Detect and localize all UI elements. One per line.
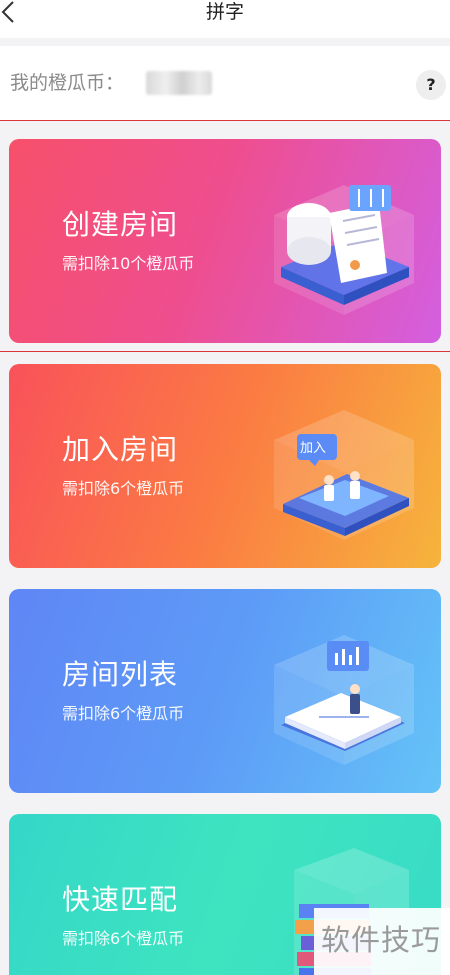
help-button[interactable]: ? (416, 70, 446, 100)
coin-balance-value-blurred (146, 71, 212, 95)
card-title: 创建房间 (62, 208, 179, 241)
card-title: 加入房间 (62, 433, 179, 466)
card-cost-text: 需扣除6个橙瓜币 (62, 929, 185, 948)
selection-outline-top (0, 120, 450, 121)
coin-balance-bar: 我的橙瓜币： ? (0, 46, 450, 120)
card-title: 房间列表 (62, 658, 179, 691)
room-list-illustration-icon (274, 635, 414, 765)
join-room-illustration-icon (274, 410, 414, 540)
page-title: 拼字 (205, 1, 244, 23)
card-cost-text: 需扣除10个橙瓜币 (62, 254, 195, 273)
create-room-illustration-icon (274, 185, 414, 315)
top-bar: 拼字 (0, 0, 450, 38)
room-list-card[interactable]: 房间列表 需扣除6个橙瓜币 (9, 589, 441, 793)
create-room-card[interactable]: 创建房间 需扣除10个橙瓜币 (9, 139, 441, 343)
join-room-card[interactable]: 加入房间 需扣除6个橙瓜币 加入 (9, 364, 441, 568)
card-cost-text: 需扣除6个橙瓜币 (62, 479, 185, 498)
card-cost-text: 需扣除6个橙瓜币 (62, 704, 185, 723)
selection-outline-bottom (0, 351, 450, 352)
card-title: 快速匹配 (62, 883, 179, 916)
join-badge-label: 加入 (300, 441, 327, 456)
coin-balance-label: 我的橙瓜币： (10, 72, 125, 94)
watermark-text: 软件技巧 (321, 923, 442, 957)
